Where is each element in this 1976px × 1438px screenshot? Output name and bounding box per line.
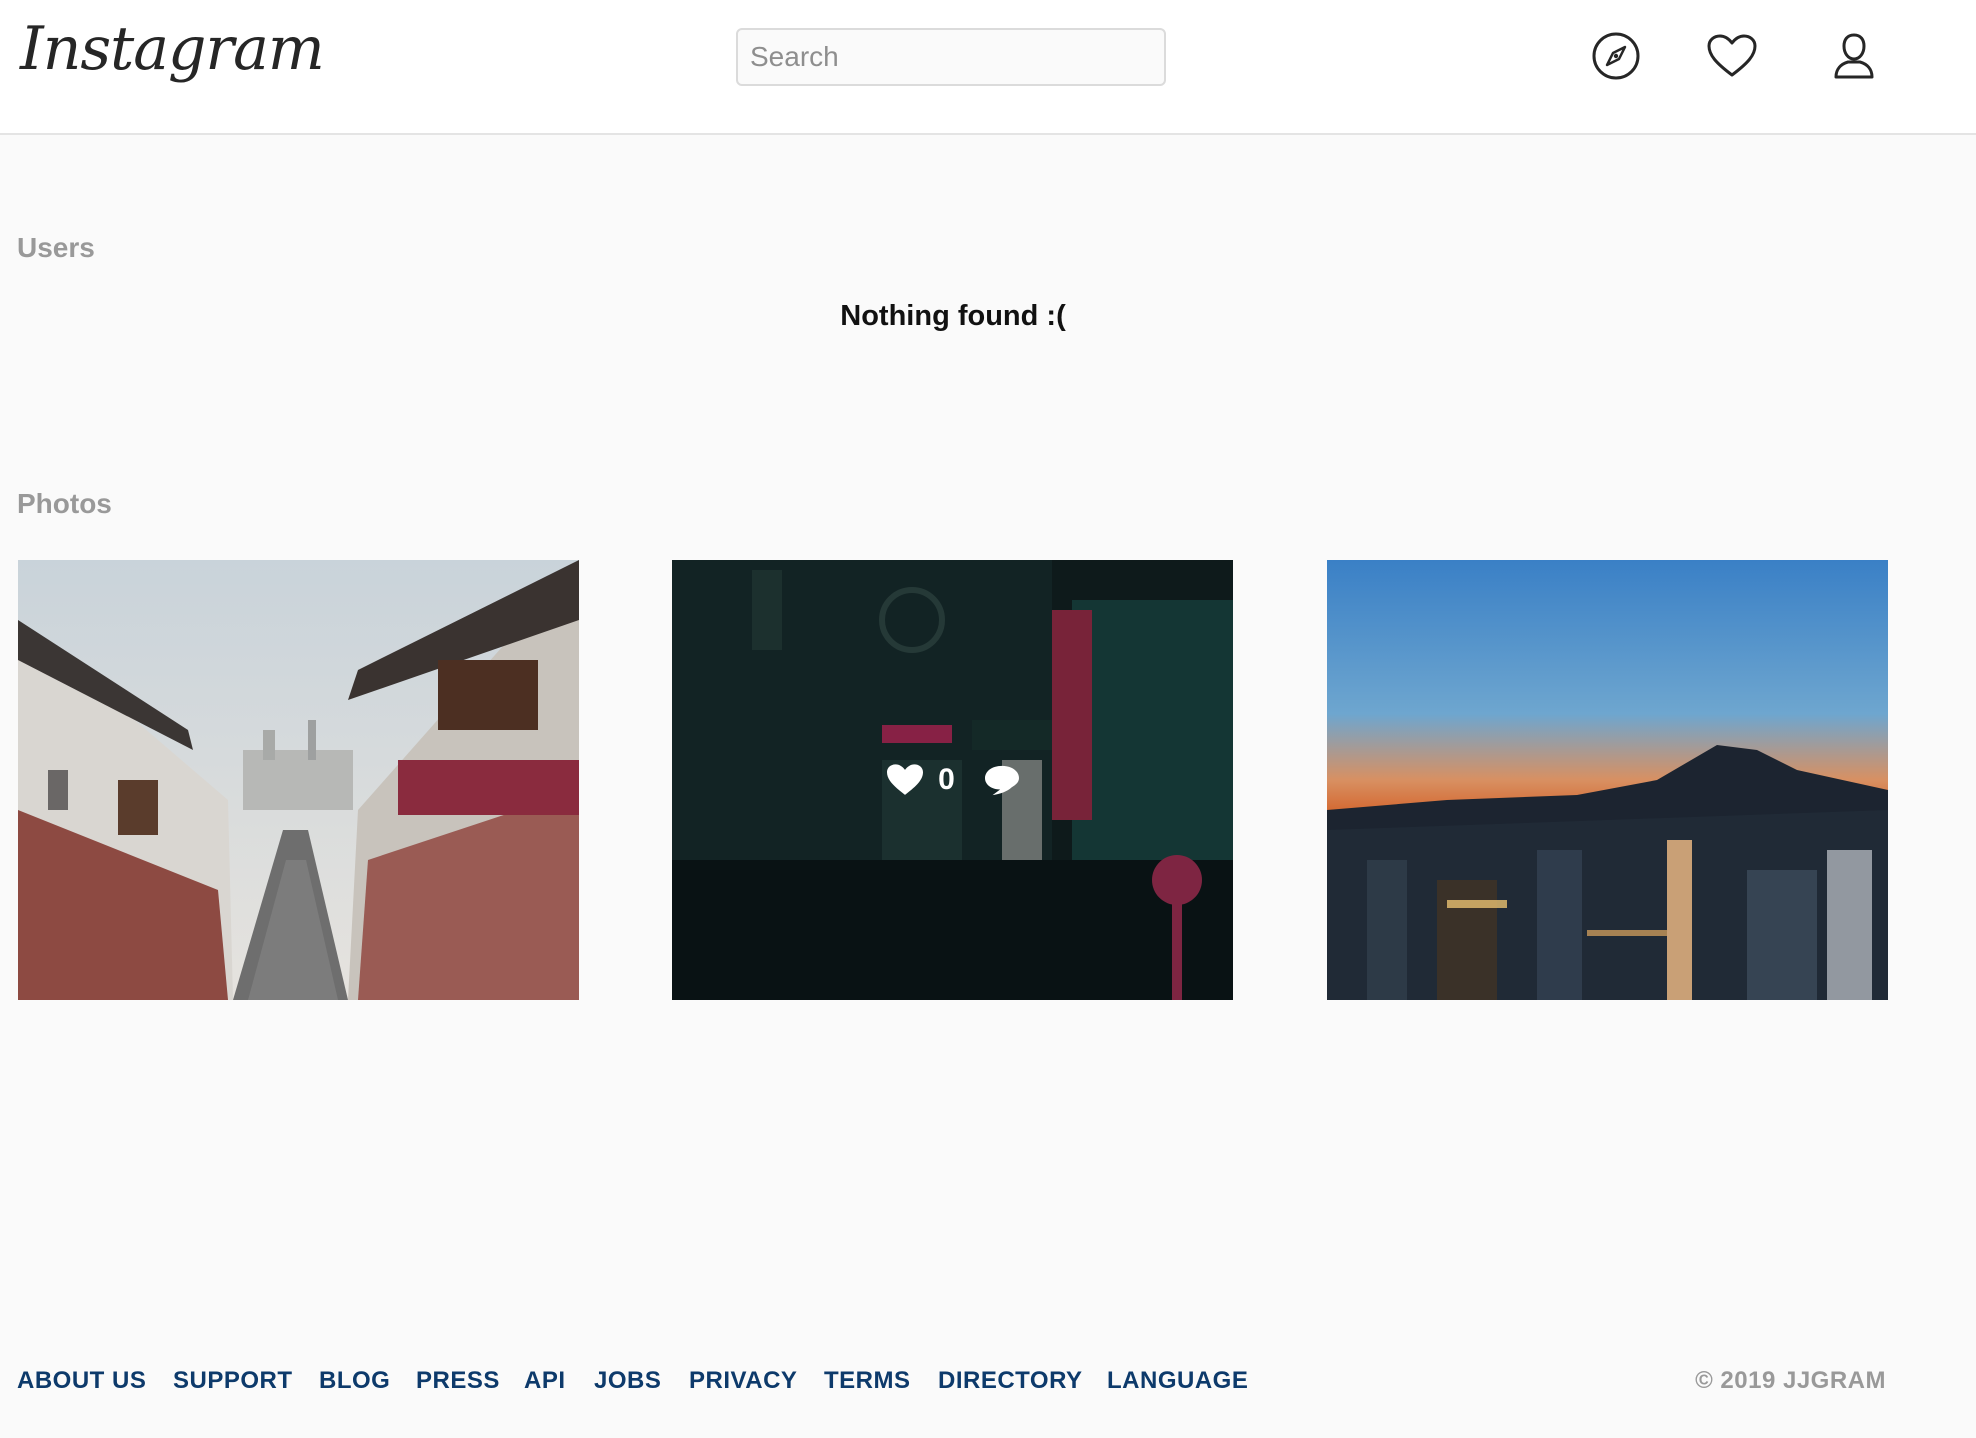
likes-stat: 0 <box>884 762 955 798</box>
comment-filled-icon <box>984 765 1019 796</box>
footer-link-directory[interactable]: DIRECTORY <box>938 1367 1083 1395</box>
photo-neon-street[interactable]: 0 <box>672 560 1233 1000</box>
photo-hanok-alley[interactable] <box>18 560 579 1000</box>
footer-link-terms[interactable]: TERMS <box>824 1367 911 1395</box>
users-section-label: Users <box>17 232 95 263</box>
compass-icon[interactable] <box>1590 30 1642 82</box>
photo-city-dusk[interactable] <box>1327 560 1888 1000</box>
footer-link-support[interactable]: SUPPORT <box>173 1367 293 1395</box>
photos-section-label: Photos <box>17 488 112 519</box>
heart-filled-icon <box>887 764 924 795</box>
header: Instagram <box>0 0 1976 135</box>
footer-link-jobs[interactable]: JOBS <box>594 1367 661 1395</box>
copyright-text: © 2019 JJGRAM <box>1695 1367 1886 1394</box>
footer-link-api[interactable]: API <box>524 1367 566 1395</box>
comments-stat <box>983 763 1021 797</box>
heart-icon[interactable] <box>1706 30 1758 82</box>
footer-link-press[interactable]: PRESS <box>416 1367 500 1395</box>
search-input[interactable] <box>736 28 1166 86</box>
footer-link-about-us[interactable]: ABOUT US <box>17 1367 146 1395</box>
likes-count: 0 <box>938 763 955 796</box>
footer-link-blog[interactable]: BLOG <box>319 1367 390 1395</box>
instagram-logo[interactable]: Instagram <box>20 4 325 104</box>
photo-hover-overlay: 0 <box>672 560 1233 1000</box>
footer-link-privacy[interactable]: PRIVACY <box>689 1367 797 1395</box>
profile-icon[interactable] <box>1828 30 1880 82</box>
nothing-found-message: Nothing found :( <box>840 300 1066 332</box>
footer-link-language[interactable]: LANGUAGE <box>1107 1367 1248 1395</box>
